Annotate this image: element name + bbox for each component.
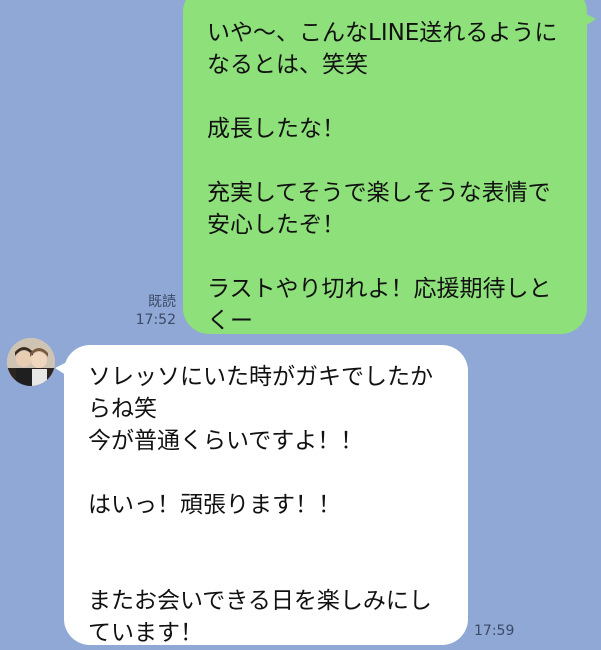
outgoing-message-meta: 既読 17:52 [110, 293, 176, 329]
incoming-timestamp: 17:59 [474, 623, 515, 639]
chat-area[interactable]: いや〜、こんなLINE送れるようになるとは、笑笑 成長したな！ 充実してそうで楽… [0, 0, 601, 650]
outgoing-timestamp: 17:52 [135, 312, 176, 328]
avatar[interactable] [7, 338, 55, 386]
outgoing-message-bubble[interactable]: いや〜、こんなLINE送れるようになるとは、笑笑 成長したな！ 充実してそうで楽… [183, 0, 596, 334]
profile-photo-icon [7, 338, 55, 386]
incoming-message-bubble[interactable]: ソレッソにいた時がガキでしたからね笑 今が普通くらいですよ！！ はいっ！頑張りま… [55, 345, 468, 646]
read-receipt: 既読 [148, 294, 176, 310]
